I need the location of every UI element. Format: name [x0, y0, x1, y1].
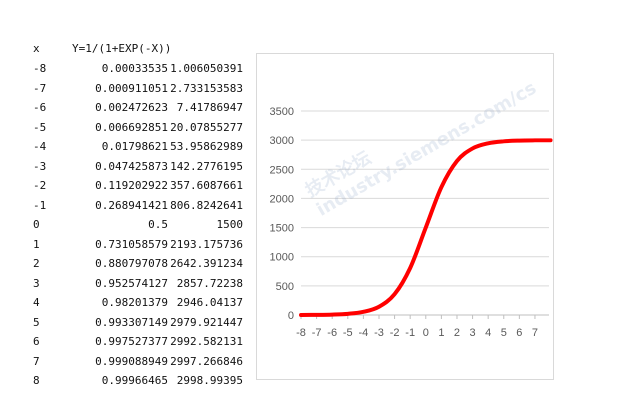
table-cell-y[interactable]: 0.047425873: [95, 160, 168, 174]
header-x[interactable]: x: [33, 42, 40, 56]
table-cell-x[interactable]: 8: [33, 374, 40, 388]
table-cell-x[interactable]: -2: [33, 179, 46, 193]
x-tick-label: 4: [485, 327, 491, 339]
table-cell-x[interactable]: 0: [33, 218, 40, 232]
header-y-formula[interactable]: Y=1/(1+EXP(-X)): [72, 42, 171, 56]
x-tick-label: -3: [374, 327, 384, 339]
table-cell-z[interactable]: 2979.921447: [170, 316, 243, 330]
table-cell-x[interactable]: 2: [33, 257, 40, 271]
table-cell-z[interactable]: 2857.72238: [177, 277, 243, 291]
table-cell-z[interactable]: 20.07855277: [170, 121, 243, 135]
table-cell-z[interactable]: 2193.175736: [170, 238, 243, 252]
table-cell-y[interactable]: 0.00033535: [102, 62, 168, 76]
table-cell-z[interactable]: 806.8242641: [170, 199, 243, 213]
x-tick-label: -7: [312, 327, 322, 339]
x-tick-label: 7: [532, 327, 538, 339]
x-tick-label: -1: [405, 327, 415, 339]
table-cell-y[interactable]: 0.268941421: [95, 199, 168, 213]
table-cell-z[interactable]: 7.41786947: [177, 101, 243, 115]
table-cell-y[interactable]: 0.000911051: [95, 82, 168, 96]
table-cell-y[interactable]: 0.952574127: [95, 277, 168, 291]
table-cell-y[interactable]: 0.99966465: [102, 374, 168, 388]
table-cell-z[interactable]: 2998.99395: [177, 374, 243, 388]
table-cell-y[interactable]: 0.5: [148, 218, 168, 232]
table-cell-z[interactable]: 142.2776195: [170, 160, 243, 174]
table-cell-y[interactable]: 0.002472623: [95, 101, 168, 115]
x-tick-label: 3: [470, 327, 476, 339]
table-cell-y[interactable]: 0.119202922: [95, 179, 168, 193]
table-cell-x[interactable]: -1: [33, 199, 46, 213]
x-tick-label: 2: [454, 327, 460, 339]
chart-area[interactable]: 0 500 1000 1500 2000 2500 3000 3500 -8 -7 -6 -5 -4 -3…: [256, 53, 554, 380]
x-tick-label: -6: [327, 327, 337, 339]
table-cell-x[interactable]: -4: [33, 140, 46, 154]
x-tick-label: 6: [516, 327, 522, 339]
table-cell-z[interactable]: 2946.04137: [177, 296, 243, 310]
table-cell-x[interactable]: -8: [33, 62, 46, 76]
x-tick-label: -2: [390, 327, 400, 339]
table-cell-z[interactable]: 2.733153583: [170, 82, 243, 96]
table-cell-x[interactable]: 7: [33, 355, 40, 369]
table-cell-z[interactable]: 357.6087661: [170, 179, 243, 193]
x-tick-label: -8: [296, 327, 306, 339]
spreadsheet: x Y=1/(1+EXP(-X)) -8 0.00033535 1.00605039…: [0, 0, 622, 405]
y-tick-label: 1000: [270, 252, 294, 264]
table-cell-y[interactable]: 0.993307149: [95, 316, 168, 330]
y-tick-label: 500: [276, 281, 294, 293]
table-cell-y[interactable]: 0.880797078: [95, 257, 168, 271]
x-tick-label: 0: [423, 327, 429, 339]
table-cell-z[interactable]: 2642.391234: [170, 257, 243, 271]
x-tick-label: -5: [343, 327, 353, 339]
table-cell-z[interactable]: 2992.582131: [170, 335, 243, 349]
x-tick-label: -4: [358, 327, 368, 339]
table-cell-z[interactable]: 1.006050391: [170, 62, 243, 76]
table-cell-x[interactable]: 6: [33, 335, 40, 349]
y-tick-label: 2000: [270, 193, 294, 205]
table-cell-x[interactable]: -3: [33, 160, 46, 174]
x-tick-label: 5: [501, 327, 507, 339]
table-cell-x[interactable]: 3: [33, 277, 40, 291]
table-cell-x[interactable]: 1: [33, 238, 40, 252]
table-cell-x[interactable]: -6: [33, 101, 46, 115]
table-cell-y[interactable]: 0.98201379: [102, 296, 168, 310]
table-cell-x[interactable]: -7: [33, 82, 46, 96]
sigmoid-chart: 0 500 1000 1500 2000 2500 3000 3500 -8 -7 -6 -5 -4 -3…: [270, 106, 553, 339]
y-tick-label: 2500: [270, 164, 294, 176]
table-cell-y[interactable]: 0.731058579: [95, 238, 168, 252]
y-tick-label: 0: [288, 310, 294, 322]
y-tick-label: 3500: [270, 106, 294, 118]
y-tick-label: 1500: [270, 223, 294, 235]
x-tick-label: 1: [438, 327, 444, 339]
table-cell-z[interactable]: 2997.266846: [170, 355, 243, 369]
table-cell-y[interactable]: 0.999088949: [95, 355, 168, 369]
table-cell-y[interactable]: 0.006692851: [95, 121, 168, 135]
table-cell-x[interactable]: 5: [33, 316, 40, 330]
table-cell-z[interactable]: 53.95862989: [170, 140, 243, 154]
y-tick-label: 3000: [270, 135, 294, 147]
table-cell-y[interactable]: 0.01798621: [102, 140, 168, 154]
table-cell-x[interactable]: 4: [33, 296, 40, 310]
table-cell-x[interactable]: -5: [33, 121, 46, 135]
table-cell-z[interactable]: 1500: [217, 218, 244, 232]
table-cell-y[interactable]: 0.997527377: [95, 335, 168, 349]
